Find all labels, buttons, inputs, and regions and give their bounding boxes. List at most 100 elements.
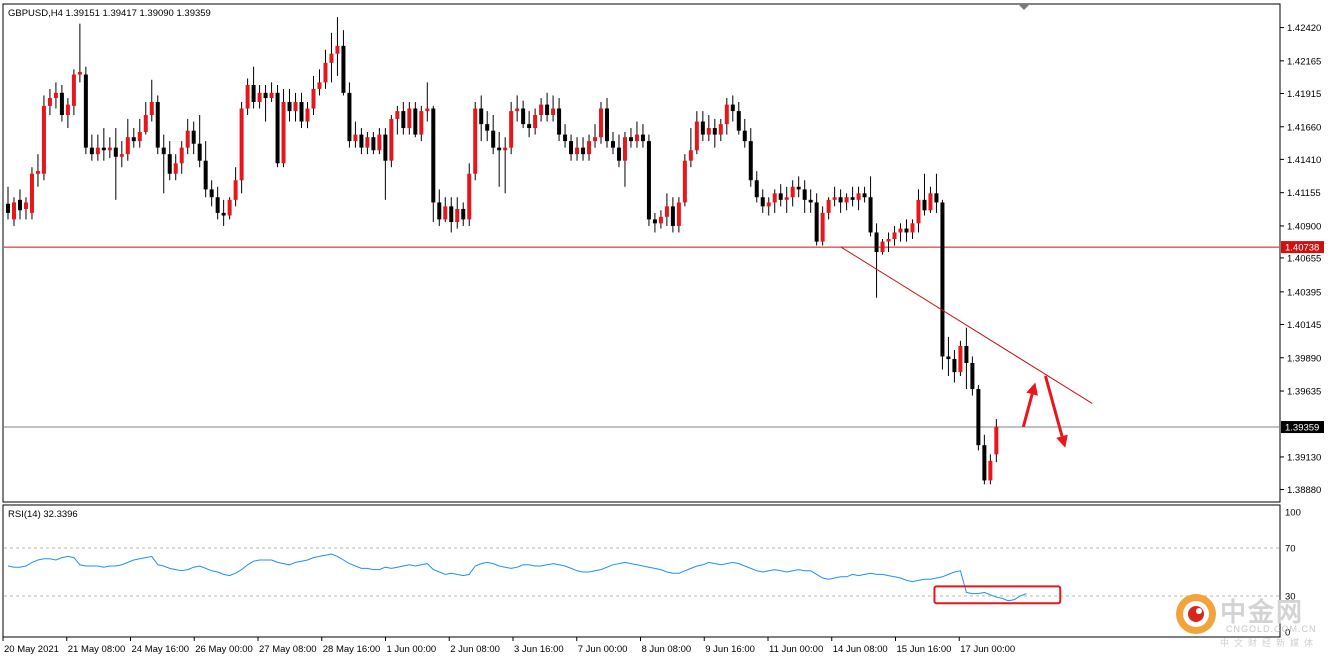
- candle-body-159: [958, 346, 963, 373]
- candle-body-25: [155, 101, 160, 148]
- candle-body-14: [89, 147, 94, 155]
- candle-body-20: [125, 137, 130, 155]
- candle-body-46: [281, 101, 286, 164]
- candle-body-164: [988, 460, 993, 481]
- candle-body-82: [497, 147, 502, 151]
- x-tick-label-11: 9 Jun 16:00: [705, 644, 755, 655]
- candle-body-146: [880, 241, 885, 253]
- y-tick-label-6: 1.40900: [1287, 221, 1321, 232]
- candle-body-113: [682, 160, 687, 203]
- x-tick-label-6: 1 Jun 00:00: [387, 644, 437, 655]
- candle-body-28: [173, 163, 178, 174]
- candle-body-97: [587, 141, 592, 155]
- candle-body-165: [994, 426, 999, 455]
- candle-body-12: [77, 71, 82, 75]
- x-tick-label-5: 28 May 16:00: [323, 644, 381, 655]
- candle-body-24: [149, 101, 154, 116]
- candle-body-64: [389, 118, 394, 161]
- candle-body-16: [101, 147, 106, 151]
- candle-body-145: [874, 232, 879, 253]
- x-tick-label-14: 15 Jun 16:00: [897, 644, 952, 655]
- candle-body-74: [449, 206, 454, 223]
- candle-body-90: [545, 104, 550, 116]
- candle-body-36: [221, 212, 226, 216]
- candle-body-124: [748, 141, 753, 181]
- x-tick-label-9: 7 Jun 00:00: [578, 644, 628, 655]
- watermark: 中金网 CNGOLD.COM.CN 中文财经新媒体: [1168, 588, 1328, 649]
- candle-body-4: [29, 173, 34, 213]
- candle-body-95: [575, 147, 580, 155]
- candle-body-61: [371, 137, 376, 151]
- watermark-logo-icon: [1176, 594, 1216, 634]
- y-tick-label-12: 1.39130: [1287, 452, 1321, 463]
- y-tick-label-9: 1.40145: [1287, 320, 1321, 331]
- candle-body-21: [131, 137, 136, 142]
- watermark-url: CNGOLD.COM.CN: [1226, 624, 1317, 634]
- x-tick-label-2: 24 May 16:00: [132, 644, 190, 655]
- candle-body-1: [11, 202, 16, 220]
- candle-body-152: [916, 199, 921, 224]
- candle-body-114: [688, 150, 693, 161]
- candle-body-3: [23, 202, 28, 209]
- candle-body-155: [934, 193, 939, 203]
- candle-body-150: [904, 228, 909, 233]
- candle-body-0: [6, 203, 10, 213]
- y-tick-label-10: 1.39890: [1287, 353, 1321, 364]
- y-tick-label-5: 1.41155: [1287, 188, 1321, 199]
- candle-body-134: [808, 199, 813, 203]
- support-level-label: 1.40738: [1285, 243, 1319, 254]
- x-tick-label-8: 3 Jun 16:00: [514, 644, 564, 655]
- y-tick-label-2: 1.41915: [1287, 89, 1321, 100]
- candle-body-110: [664, 206, 669, 217]
- rsi-tick-label-0: 100: [1285, 508, 1301, 519]
- candle-body-92: [557, 108, 562, 135]
- candle-body-9: [59, 92, 64, 116]
- candle-body-158: [952, 359, 957, 373]
- candle-body-17: [107, 147, 112, 151]
- rsi-tick-label-1: 70: [1285, 544, 1296, 555]
- candle-body-23: [143, 115, 148, 132]
- candle-body-59: [359, 134, 364, 148]
- candle-body-160: [964, 346, 969, 363]
- candle-body-108: [652, 219, 657, 224]
- candle-body-7: [47, 98, 52, 106]
- candle-body-153: [922, 199, 927, 211]
- candle-body-69: [419, 111, 424, 135]
- candle-body-154: [928, 193, 933, 211]
- candle-body-129: [778, 193, 783, 200]
- candle-body-112: [676, 202, 681, 226]
- candle-body-122: [736, 111, 741, 131]
- candle-body-18: [113, 147, 118, 157]
- candle-body-80: [485, 124, 490, 131]
- candle-body-123: [742, 130, 747, 142]
- candle-body-63: [383, 134, 388, 161]
- candle-body-121: [730, 104, 735, 112]
- candle-body-29: [179, 147, 184, 164]
- candle-body-75: [455, 208, 460, 223]
- candle-body-5: [35, 171, 40, 174]
- x-tick-label-1: 21 May 08:00: [68, 644, 126, 655]
- x-tick-label-3: 26 May 00:00: [195, 644, 253, 655]
- candle-body-40: [245, 84, 250, 109]
- candle-body-55: [335, 45, 340, 54]
- candle-body-136: [820, 212, 825, 242]
- candle-body-41: [251, 84, 256, 102]
- chart-canvas: 1.42420 1.42165 1.41915 1.41660 1.41410 1.411…: [0, 0, 1329, 662]
- candle-body-128: [772, 193, 777, 203]
- candle-body-85: [515, 108, 520, 112]
- x-tick-label-7: 2 Jun 08:00: [450, 644, 500, 655]
- candle-body-22: [137, 131, 142, 142]
- candle-body-161: [970, 362, 975, 390]
- candle-body-34: [209, 189, 214, 198]
- candle-body-162: [976, 389, 981, 446]
- chart-background: [0, 0, 1329, 662]
- candle-body-103: [622, 137, 627, 161]
- candle-body-70: [425, 108, 430, 112]
- candle-body-50: [305, 108, 310, 122]
- candle-body-84: [509, 111, 514, 148]
- candle-body-106: [640, 134, 645, 142]
- candle-body-101: [610, 141, 615, 148]
- candle-body-163: [982, 445, 987, 481]
- candle-body-8: [53, 92, 58, 99]
- candle-body-33: [203, 160, 208, 190]
